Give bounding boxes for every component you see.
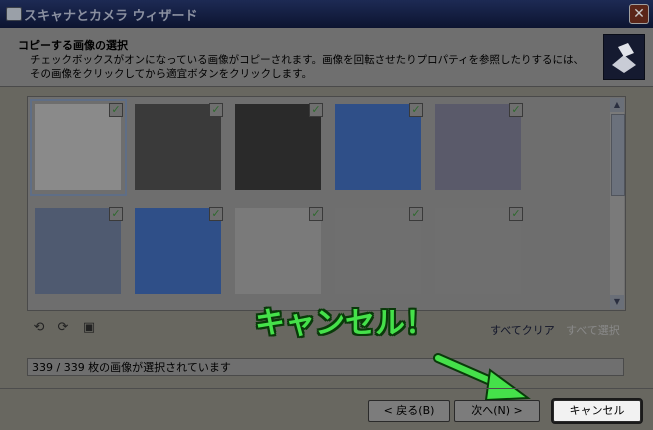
thumbnail-item[interactable]: ✓ [30, 99, 127, 196]
scroll-up-icon[interactable]: ▲ [610, 98, 624, 112]
thumbnail-item[interactable]: ✓ [32, 205, 125, 298]
scroll-thumb[interactable] [611, 114, 625, 196]
thumbnail-checkbox[interactable]: ✓ [109, 103, 123, 117]
thumbnail-item[interactable]: ✓ [432, 101, 525, 194]
thumbnail-item[interactable]: ✓ [232, 101, 325, 194]
vertical-scrollbar[interactable]: ▲ ▼ [610, 98, 625, 309]
thumbnail-item[interactable]: ✓ [432, 205, 525, 298]
cancel-caption: キャンセル！ [255, 306, 435, 341]
cancel-button[interactable]: キャンセル [551, 398, 643, 424]
thumbnail-item[interactable]: ✓ [332, 205, 425, 298]
select-all-link[interactable]: すべて選択 [566, 322, 620, 338]
wizard-window: スキャナとカメラ ウィザード ✕ コピーする画像の選択 チェックボックスがオンに… [0, 0, 653, 430]
thumbnail-checkbox[interactable]: ✓ [409, 207, 423, 221]
wizard-logo [603, 34, 645, 80]
button-divider [0, 388, 653, 389]
clear-all-link[interactable]: すべてクリア [490, 322, 555, 338]
thumbnail-item[interactable]: ✓ [232, 205, 325, 298]
window-title: スキャナとカメラ ウィザード [24, 9, 198, 24]
thumbnail-grid[interactable]: ✓ ✓ ✓ ✓ ✓ ✓ ✓ ✓ ✓ ✓ ▲ ▼ [27, 96, 626, 311]
properties-icon[interactable]: ▣ [80, 320, 98, 336]
thumbnail-item[interactable]: ✓ [332, 101, 425, 194]
thumbnail-checkbox[interactable]: ✓ [509, 103, 523, 117]
close-button[interactable]: ✕ [629, 4, 649, 24]
scroll-down-icon[interactable]: ▼ [610, 295, 624, 309]
rotate-right-icon[interactable]: ⟳ [54, 320, 72, 336]
thumbnail-checkbox[interactable]: ✓ [409, 103, 423, 117]
rotate-left-icon[interactable]: ⟲ [30, 320, 48, 336]
thumbnail-item[interactable]: ✓ [132, 205, 225, 298]
thumbnail-checkbox[interactable]: ✓ [209, 103, 223, 117]
thumbnail-checkbox[interactable]: ✓ [509, 207, 523, 221]
title-bar: スキャナとカメラ ウィザード ✕ [0, 0, 653, 28]
page-title: コピーする画像の選択 [18, 39, 128, 52]
thumbnail-checkbox[interactable]: ✓ [309, 103, 323, 117]
thumbnail-item[interactable]: ✓ [132, 101, 225, 194]
thumbnail-checkbox[interactable]: ✓ [209, 207, 223, 221]
thumbnail-checkbox[interactable]: ✓ [309, 207, 323, 221]
camera-icon [6, 7, 22, 21]
page-description: チェックボックスがオンになっている画像がコピーされます。画像を回転させたりプロパ… [30, 54, 584, 80]
thumbnail-checkbox[interactable]: ✓ [109, 207, 123, 221]
back-button[interactable]: < 戻る(B) [368, 400, 450, 422]
next-button[interactable]: 次へ(N) > [454, 400, 540, 422]
wizard-header: コピーする画像の選択 チェックボックスがオンになっている画像がコピーされます。画… [0, 28, 653, 87]
